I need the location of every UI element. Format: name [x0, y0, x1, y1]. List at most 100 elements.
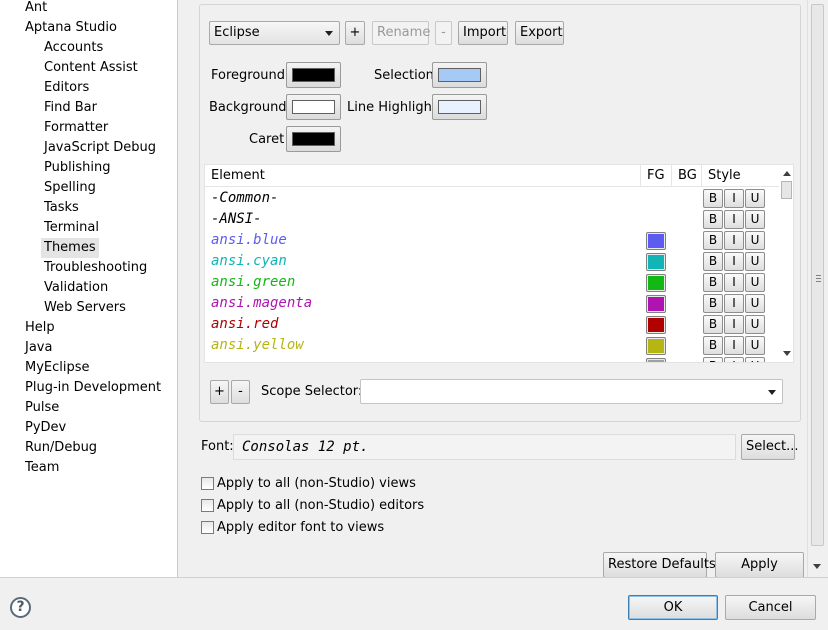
scroll-thumb[interactable] [781, 181, 792, 199]
underline-toggle-button[interactable]: U [745, 357, 765, 362]
bold-toggle-button[interactable]: B [703, 336, 723, 355]
tree-item[interactable]: Web Servers [44, 298, 126, 318]
scroll-down-icon[interactable] [783, 351, 791, 356]
tree-item[interactable]: Editors [44, 78, 89, 98]
background-color-button[interactable] [286, 94, 341, 120]
italic-toggle-button[interactable]: I [724, 252, 744, 271]
tree-item[interactable]: Content Assist [44, 58, 138, 78]
table-scrollbar[interactable] [779, 165, 793, 362]
tree-item[interactable]: Run/Debug [25, 438, 97, 458]
bold-toggle-button[interactable]: B [703, 357, 723, 362]
tree-item[interactable]: MyEclipse [25, 358, 90, 378]
cancel-button[interactable]: Cancel [725, 595, 816, 620]
italic-toggle-button[interactable]: I [724, 294, 744, 313]
fg-color-swatch[interactable] [646, 274, 666, 292]
tree-item[interactable]: Themes [41, 238, 99, 258]
tree-item[interactable]: Java [25, 338, 52, 358]
page-scrollbar[interactable] [807, 0, 828, 577]
fg-color-swatch[interactable] [646, 295, 666, 313]
underline-toggle-button[interactable]: U [745, 315, 765, 334]
table-row[interactable]: ansi.cyan B I U [205, 251, 779, 272]
italic-toggle-button[interactable]: I [724, 273, 744, 292]
bold-toggle-button[interactable]: B [703, 231, 723, 250]
line-highlight-color-button[interactable] [432, 94, 487, 120]
foreground-color-button[interactable] [286, 62, 341, 88]
bold-toggle-button[interactable]: B [703, 189, 723, 208]
fg-color-swatch[interactable] [646, 253, 666, 271]
italic-toggle-button[interactable]: I [724, 336, 744, 355]
selection-color-button[interactable] [432, 62, 487, 88]
option-label[interactable]: Apply to all (non-Studio) views [217, 476, 416, 492]
remove-theme-button[interactable]: - [435, 21, 452, 45]
add-theme-button[interactable]: + [345, 21, 365, 45]
italic-toggle-button[interactable]: I [724, 231, 744, 250]
tree-item[interactable]: Team [25, 458, 59, 478]
rename-theme-button[interactable]: Rename [372, 21, 430, 45]
page-scroll-thumb[interactable] [811, 4, 824, 546]
element-table[interactable]: Element FG BG Style -Common- B I U -ANSI- B I U… [204, 164, 794, 363]
ok-button[interactable]: OK [628, 595, 718, 620]
tree-item[interactable]: Validation [44, 278, 108, 298]
tree-item[interactable]: Help [25, 318, 55, 338]
option-checkbox[interactable] [201, 521, 214, 534]
table-row[interactable]: ansi.yellow B I U [205, 335, 779, 356]
italic-toggle-button[interactable]: I [724, 315, 744, 334]
select-font-button[interactable]: Select... [741, 434, 799, 460]
theme-select[interactable]: Eclipse [209, 21, 340, 45]
bold-toggle-button[interactable]: B [703, 210, 723, 229]
caret-color-button[interactable] [286, 126, 341, 152]
underline-toggle-button[interactable]: U [745, 252, 765, 271]
tree-item[interactable]: Troubleshooting [44, 258, 147, 278]
table-row[interactable]: ansi.magenta B I U [205, 293, 779, 314]
bg-column-header[interactable]: BG [672, 165, 702, 187]
tree-item[interactable]: PyDev [25, 418, 66, 438]
tree-item[interactable]: Tasks [44, 198, 79, 218]
underline-toggle-button[interactable]: U [745, 231, 765, 250]
italic-toggle-button[interactable]: I [724, 357, 744, 362]
bold-toggle-button[interactable]: B [703, 252, 723, 271]
option-checkbox[interactable] [201, 499, 214, 512]
fg-color-swatch[interactable] [646, 358, 666, 362]
underline-toggle-button[interactable]: U [745, 189, 765, 208]
tree-item[interactable]: Publishing [44, 158, 110, 178]
help-icon[interactable]: ? [10, 597, 31, 618]
bold-toggle-button[interactable]: B [703, 315, 723, 334]
table-row[interactable]: -Common- B I U [205, 188, 779, 209]
tree-item[interactable]: JavaScript Debug [44, 138, 156, 158]
table-row[interactable]: BIU [205, 356, 779, 362]
fg-color-swatch[interactable] [646, 316, 666, 334]
export-theme-button[interactable]: Export [515, 21, 564, 45]
table-row[interactable]: -ANSI- B I U [205, 209, 779, 230]
italic-toggle-button[interactable]: I [724, 210, 744, 229]
underline-toggle-button[interactable]: U [745, 210, 765, 229]
preferences-tree[interactable]: Ant Aptana Studio Accounts Content Assist Ed… [0, 0, 178, 577]
tree-item[interactable]: Accounts [44, 38, 103, 58]
italic-toggle-button[interactable]: I [724, 189, 744, 208]
remove-scope-button[interactable]: - [231, 380, 250, 404]
option-label[interactable]: Apply to all (non-Studio) editors [217, 498, 424, 514]
restore-defaults-button[interactable]: Restore Defaults [603, 552, 716, 578]
import-theme-button[interactable]: Import [458, 21, 508, 45]
table-row[interactable]: ansi.green B I U [205, 272, 779, 293]
fg-color-swatch[interactable] [646, 232, 666, 250]
underline-toggle-button[interactable]: U [745, 294, 765, 313]
element-column-header[interactable]: Element [205, 165, 641, 187]
table-row[interactable]: ansi.blue B I U [205, 230, 779, 251]
add-scope-button[interactable]: + [210, 380, 229, 404]
tree-item[interactable]: Find Bar [44, 98, 97, 118]
underline-toggle-button[interactable]: U [745, 336, 765, 355]
scroll-down-icon[interactable] [813, 564, 821, 569]
tree-item[interactable]: Pulse [25, 398, 59, 418]
option-checkbox[interactable] [201, 477, 214, 490]
underline-toggle-button[interactable]: U [745, 273, 765, 292]
tree-item[interactable]: Aptana Studio [25, 18, 117, 38]
apply-button[interactable]: Apply [715, 552, 804, 578]
style-column-header[interactable]: Style [702, 165, 779, 187]
bold-toggle-button[interactable]: B [703, 273, 723, 292]
tree-item[interactable]: Ant [25, 0, 47, 18]
scroll-up-icon[interactable] [783, 171, 791, 176]
tree-item[interactable]: Formatter [44, 118, 108, 138]
bold-toggle-button[interactable]: B [703, 294, 723, 313]
tree-item[interactable]: Spelling [44, 178, 96, 198]
option-label[interactable]: Apply editor font to views [217, 520, 384, 536]
